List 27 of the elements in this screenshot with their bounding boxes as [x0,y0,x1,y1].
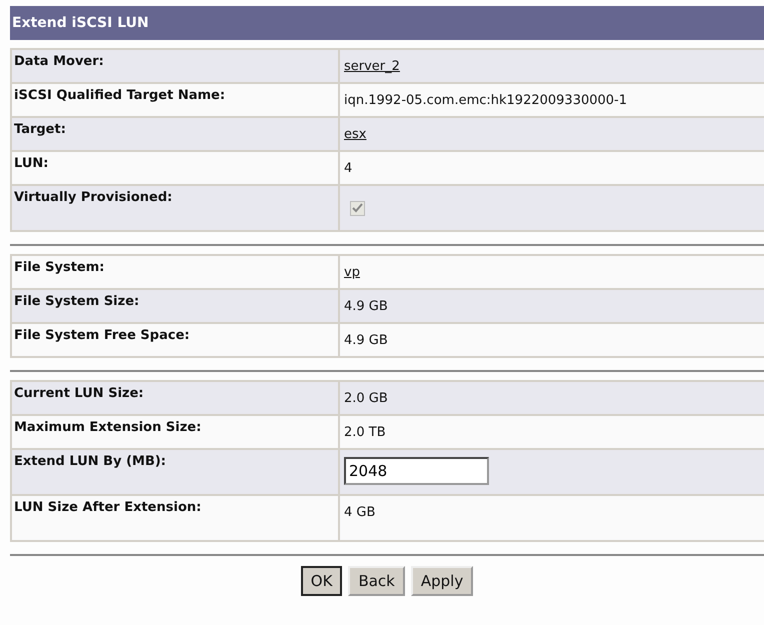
field-value: iqn.1992-05.com.emc:hk1922009330000-1 [344,93,628,108]
field-label: Extend LUN By (MB): [14,454,166,469]
field-value: 4 GB [344,505,376,520]
field-label: Current LUN Size: [14,386,144,401]
action-button[interactable]: Back [348,566,405,596]
field-label: Virtually Provisioned: [14,190,172,205]
field-label: File System: [14,260,104,275]
field-value: 4 [344,161,352,176]
field-value: 2.0 GB [344,391,388,406]
field-label: File System Free Space: [14,328,190,343]
panel-title: Extend iSCSI LUN [10,6,764,40]
field-value: 4.9 GB [344,333,388,348]
value-link[interactable]: server_2 [344,59,400,74]
input-field[interactable]: 2048 [344,457,489,485]
action-button[interactable]: Apply [410,566,474,596]
value-link[interactable]: esx [344,127,366,142]
field-label: LUN: [14,156,48,171]
field-label: iSCSI Qualified Target Name: [14,88,226,103]
value-link[interactable]: vp [344,265,360,280]
field-value: 2.0 TB [344,425,386,440]
field-label: File System Size: [14,294,140,309]
field-value: 4.9 GB [344,299,388,314]
action-button[interactable]: OK [300,566,342,596]
field-label: Data Mover: [14,54,104,69]
field-label: Maximum Extension Size: [14,420,202,435]
field-label: LUN Size After Extension: [14,500,202,515]
field-label: Target: [14,122,66,137]
